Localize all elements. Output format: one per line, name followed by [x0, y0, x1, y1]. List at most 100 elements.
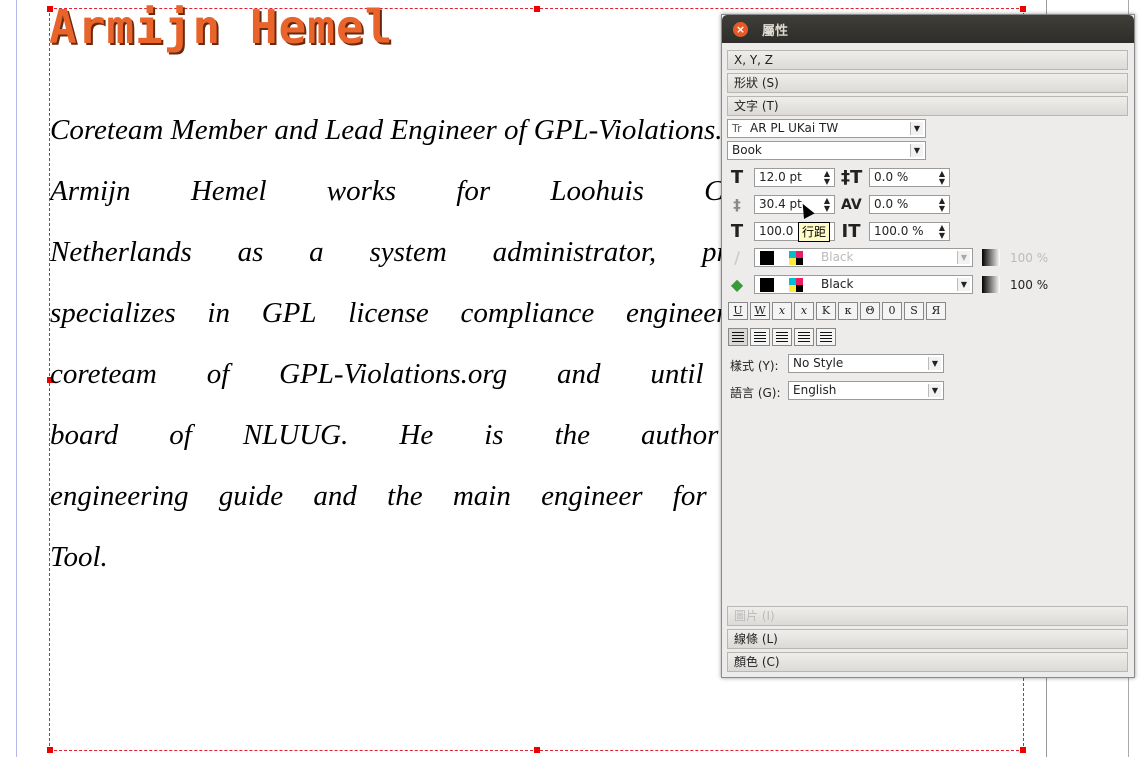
section-text[interactable]: 文字 (T): [727, 96, 1128, 116]
small-caps-button[interactable]: κ: [838, 302, 858, 320]
align-right-button[interactable]: [772, 328, 792, 346]
frame-handle-bottom-right[interactable]: [1020, 747, 1026, 753]
chevron-down-icon[interactable]: ▼: [957, 251, 970, 264]
text-word: of: [206, 358, 230, 390]
align-left-button[interactable]: [728, 328, 748, 346]
stepper-icon[interactable]: ▲ ▼: [937, 197, 947, 213]
tracking-input[interactable]: 0.0 % ▲ ▼: [869, 168, 950, 187]
section-image: 圖片 (I): [727, 606, 1128, 626]
stroke-color-swatch: [760, 251, 774, 265]
align-left-icon: [732, 332, 744, 342]
text-word: main: [452, 480, 511, 512]
section-line[interactable]: 線條 (L): [727, 629, 1128, 649]
language-select[interactable]: English ▼: [788, 381, 944, 400]
style-label: 樣式 (Y):: [730, 359, 779, 373]
frame-handle-top-right[interactable]: [1020, 6, 1026, 12]
strikethrough-button[interactable]: Θ: [860, 302, 880, 320]
align-force-justify-button[interactable]: [816, 328, 836, 346]
frame-handle-top-center[interactable]: [534, 6, 540, 12]
text-word: as: [237, 236, 264, 268]
text-word: the: [387, 480, 423, 512]
text-word: engineering: [50, 480, 189, 512]
chevron-down-icon[interactable]: ▼: [928, 357, 941, 370]
close-icon[interactable]: ×: [733, 22, 748, 37]
reverse-button[interactable]: Я: [926, 302, 946, 320]
text-word: author: [641, 419, 719, 451]
text-word: and: [313, 480, 357, 512]
align-justify-button[interactable]: [794, 328, 814, 346]
text-word: compliance: [460, 297, 595, 329]
text-word: the: [554, 419, 591, 451]
text-word: Loohuis: [550, 175, 644, 207]
shadow-button[interactable]: S: [904, 302, 924, 320]
cmyk-icon: [789, 251, 803, 265]
line-spacing-icon[interactable]: ‡: [727, 195, 747, 215]
scale-height-icon: ‡T: [841, 167, 863, 188]
text-word: Armijn: [50, 175, 131, 207]
font-family-select[interactable]: Tr AR PL UKai TW ▼: [727, 119, 926, 138]
text-word: Hemel: [190, 175, 267, 207]
fill-color-select[interactable]: Black ▼: [754, 275, 973, 294]
chevron-down-icon[interactable]: ▼: [928, 384, 941, 397]
style-select[interactable]: No Style ▼: [788, 354, 944, 373]
chevron-down-icon[interactable]: ▼: [910, 144, 923, 157]
scale-height-input[interactable]: 100.0 % ▲ ▼: [869, 222, 950, 241]
section-xyz[interactable]: X, Y, Z: [727, 50, 1128, 70]
font-size-value: 12.0 pt: [759, 170, 802, 184]
stepper-icon[interactable]: ▲ ▼: [822, 197, 832, 213]
kerning-input[interactable]: 0.0 % ▲ ▼: [869, 195, 950, 214]
tooltip-line-spacing: 行距: [798, 222, 831, 242]
section-shape[interactable]: 形狀 (S): [727, 73, 1128, 93]
text-word: board: [50, 419, 119, 451]
language-label: 語言 (G):: [730, 386, 781, 400]
text-word: a: [309, 236, 324, 268]
line-spacing-input[interactable]: 30.4 pt ▲ ▼: [754, 195, 835, 214]
outline-button[interactable]: 0: [882, 302, 902, 320]
kerning-icon: AV: [841, 197, 862, 213]
scale-height-icon: IT: [841, 221, 861, 242]
properties-panel[interactable]: × 屬性 X, Y, Z 形狀 (S) 文字 (T) Tr AR PL UKai…: [721, 14, 1135, 678]
panel-title: 屬性: [762, 24, 789, 39]
font-family-value: AR PL UKai TW: [750, 121, 839, 135]
subscript-button[interactable]: x: [772, 302, 792, 320]
align-center-icon: [754, 332, 766, 342]
truetype-font-icon: Tr: [732, 122, 742, 135]
stroke-color-value: Black: [821, 250, 854, 264]
text-word: He: [399, 419, 434, 451]
panel-titlebar[interactable]: × 屬性: [722, 15, 1134, 43]
underline-words-button[interactable]: W: [750, 302, 770, 320]
align-center-button[interactable]: [750, 328, 770, 346]
fill-color-swatch: [760, 278, 774, 292]
align-justify-icon: [798, 332, 810, 342]
language-value: English: [793, 383, 837, 397]
fill-shade-value[interactable]: 100 %: [1010, 278, 1048, 292]
underline-button[interactable]: U: [728, 302, 748, 320]
stepper-icon[interactable]: ▲ ▼: [822, 170, 832, 186]
text-word: specializes: [50, 297, 176, 329]
align-right-icon: [776, 332, 788, 342]
font-size-input[interactable]: 12.0 pt ▲ ▼: [754, 168, 835, 187]
frame-handle-bottom-center[interactable]: [534, 747, 540, 753]
section-colors[interactable]: 顏色 (C): [727, 652, 1128, 672]
style-value: No Style: [793, 356, 844, 370]
text-word: works: [326, 175, 397, 207]
all-caps-button[interactable]: K: [816, 302, 836, 320]
page-margin-guide: [16, 0, 17, 757]
text-word: administrator,: [492, 236, 657, 268]
chevron-down-icon[interactable]: ▼: [910, 122, 923, 135]
stepper-icon[interactable]: ▲ ▼: [937, 224, 947, 240]
shade-gradient-icon: [982, 249, 1000, 266]
text-word: and: [557, 358, 601, 390]
chevron-down-icon[interactable]: ▼: [957, 278, 970, 291]
font-style-select[interactable]: Book ▼: [727, 141, 926, 160]
scale-width-value: 100.0: [759, 224, 794, 238]
fill-bucket-icon: ◆: [730, 275, 744, 294]
stroke-color-select[interactable]: Black ▼: [754, 248, 973, 267]
stepper-icon[interactable]: ▲ ▼: [937, 170, 947, 186]
font-style-value: Book: [732, 143, 762, 157]
stroke-shade-value[interactable]: 100 %: [1010, 251, 1048, 265]
frame-handle-bottom-left[interactable]: [47, 747, 53, 753]
superscript-button[interactable]: x: [794, 302, 814, 320]
stroke-pen-icon: /: [734, 248, 740, 267]
kerning-value: 0.0 %: [874, 197, 909, 211]
